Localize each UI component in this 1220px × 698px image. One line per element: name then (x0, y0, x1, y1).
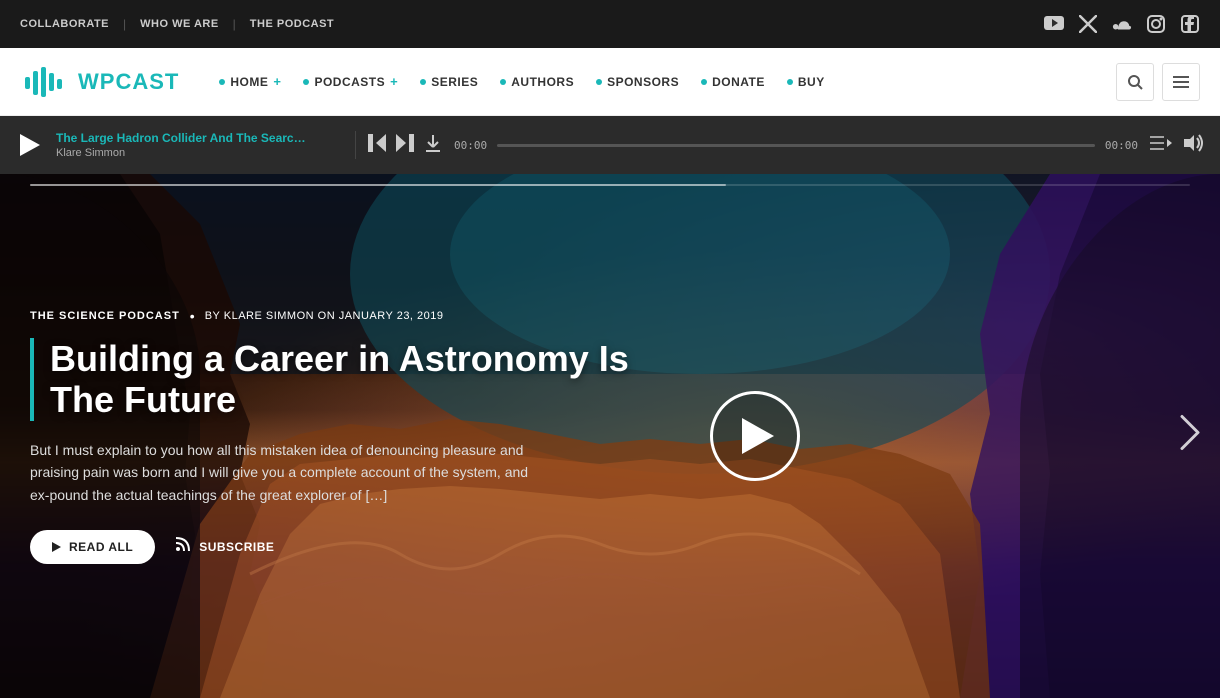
nav-donate-label: DONATE (712, 75, 765, 89)
player-volume-button[interactable] (1184, 134, 1204, 157)
track-author: Klare Simmon (56, 147, 339, 159)
total-time: 00:00 (1105, 139, 1138, 152)
player-download-button[interactable] (424, 133, 442, 158)
progress-track[interactable] (497, 144, 1095, 147)
player-playlist-button[interactable] (1150, 134, 1172, 157)
top-nav-who-we-are[interactable]: WHO WE ARE (126, 18, 233, 30)
nav-buy[interactable]: BUY (777, 75, 835, 89)
nav-sponsors-label: SPONSORS (607, 75, 679, 89)
nav-series[interactable]: SERIES (410, 75, 488, 89)
logo-wp: WP (78, 69, 115, 94)
read-all-button[interactable]: READ ALL (30, 530, 155, 564)
category-separator: • (190, 308, 195, 324)
nav-home-label: HOME (230, 75, 268, 89)
subscribe-button[interactable]: SUBSCRIBE (175, 536, 274, 557)
menu-button[interactable] (1162, 63, 1200, 101)
nav-authors-label: AUTHORS (511, 75, 574, 89)
nav-buy-label: BUY (798, 75, 825, 89)
logo[interactable]: WPCAST (20, 57, 179, 107)
facebook-icon[interactable] (1180, 14, 1200, 34)
top-navigation: COLLABORATE | WHO WE ARE | THE PODCAST (20, 17, 348, 31)
nav-home-plus: + (273, 74, 281, 89)
nav-sponsors[interactable]: SPONSORS (586, 75, 689, 89)
main-navigation: WPCAST HOME + PODCASTS + SERIES AUTHORS … (0, 48, 1220, 116)
nav-dot (500, 79, 506, 85)
nav-dot (596, 79, 602, 85)
nav-podcasts-plus: + (390, 74, 398, 89)
top-nav-collaborate[interactable]: COLLABORATE (20, 18, 123, 30)
top-nav-podcast[interactable]: THE PODCAST (236, 18, 348, 30)
top-bar: COLLABORATE | WHO WE ARE | THE PODCAST (0, 0, 1220, 48)
logo-text: WPCAST (78, 69, 179, 95)
hero-category: THE SCIENCE PODCAST • BY KLARE SIMMON ON… (30, 308, 670, 324)
player-play-button[interactable] (16, 131, 44, 159)
player-progress: 00:00 00:00 (454, 139, 1138, 152)
search-button[interactable] (1116, 63, 1154, 101)
hero-play-button[interactable] (710, 391, 800, 481)
hero-next-button[interactable] (1180, 415, 1200, 458)
nav-actions (1116, 63, 1200, 101)
track-title: The Large Hadron Collider And The Searc… (56, 131, 339, 145)
subscribe-label: SUBSCRIBE (199, 540, 274, 554)
play-triangle-icon (52, 542, 61, 552)
category-label: THE SCIENCE PODCAST (30, 310, 180, 322)
nav-podcasts-label: PODCASTS (314, 75, 385, 89)
track-info: The Large Hadron Collider And The Searc…… (56, 131, 356, 159)
nav-dot (219, 79, 225, 85)
nav-dot (787, 79, 793, 85)
hero-buttons: READ ALL SUBSCRIBE (30, 530, 670, 564)
hero-play-triangle-icon (742, 418, 774, 454)
player-next-button[interactable] (396, 134, 414, 157)
nav-donate[interactable]: DONATE (691, 75, 775, 89)
twitter-x-icon[interactable] (1078, 14, 1098, 34)
rss-icon (175, 536, 191, 557)
nav-series-label: SERIES (431, 75, 478, 89)
hero-content: THE SCIENCE PODCAST • BY KLARE SIMMON ON… (0, 174, 700, 698)
nav-dot (701, 79, 707, 85)
hero-section: THE SCIENCE PODCAST • BY KLARE SIMMON ON… (0, 174, 1220, 698)
main-menu: HOME + PODCASTS + SERIES AUTHORS SPONSOR… (209, 74, 1116, 89)
hero-title: Building a Career in Astronomy Is The Fu… (50, 338, 670, 421)
soundcloud-icon[interactable] (1112, 14, 1132, 34)
player-controls (368, 133, 442, 158)
hero-excerpt: But I must explain to you how all this m… (30, 439, 530, 506)
youtube-icon[interactable] (1044, 14, 1064, 34)
read-all-label: READ ALL (69, 540, 133, 554)
nav-dot (420, 79, 426, 85)
nav-podcasts[interactable]: PODCASTS + (293, 74, 408, 89)
logo-icon (20, 57, 70, 107)
player-right-controls (1150, 134, 1204, 157)
player-prev-button[interactable] (368, 134, 386, 157)
nav-authors[interactable]: AUTHORS (490, 75, 584, 89)
hero-title-wrapper: Building a Career in Astronomy Is The Fu… (30, 338, 670, 421)
instagram-icon[interactable] (1146, 14, 1166, 34)
social-links (1044, 14, 1200, 34)
audio-player: The Large Hadron Collider And The Searc…… (0, 116, 1220, 174)
current-time: 00:00 (454, 139, 487, 152)
logo-cast: CAST (115, 69, 179, 94)
nav-dot (303, 79, 309, 85)
nav-home[interactable]: HOME + (209, 74, 291, 89)
category-author: BY KLARE SIMMON ON JANUARY 23, 2019 (205, 310, 444, 322)
